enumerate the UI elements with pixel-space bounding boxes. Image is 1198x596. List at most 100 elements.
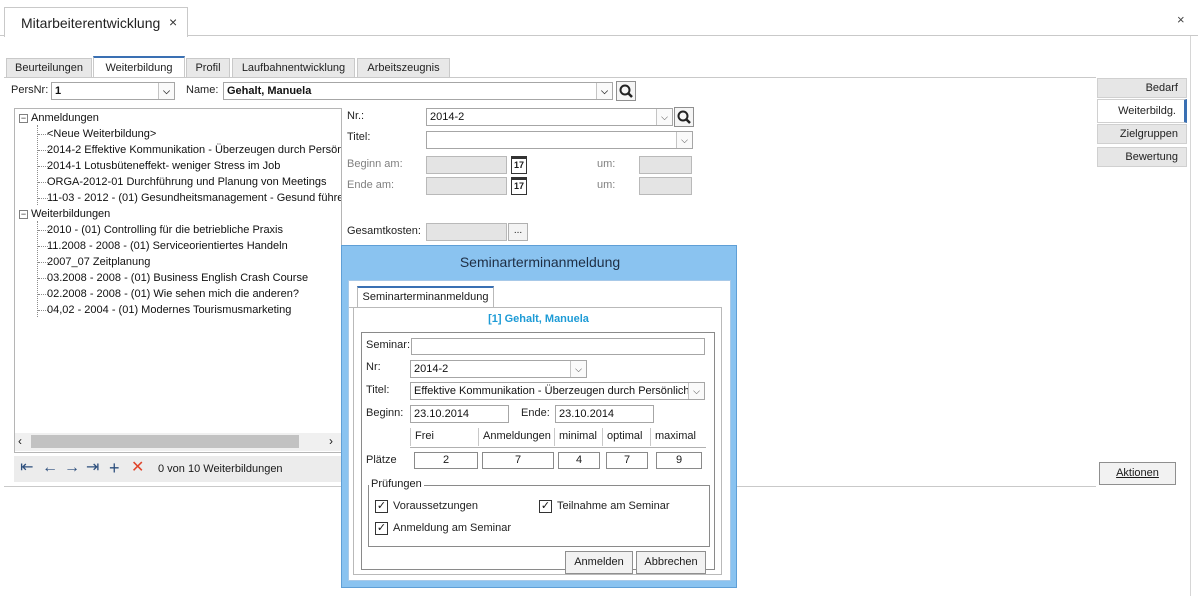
tree-group-anmeldungen[interactable]: Anmeldungen bbox=[31, 112, 99, 124]
plaetze-anmeldungen-value: 7 bbox=[482, 452, 554, 469]
side-tab-bewertung[interactable]: Bewertung bbox=[1097, 147, 1187, 167]
anmelden-button[interactable]: Anmelden bbox=[565, 551, 633, 574]
ende-time-field[interactable] bbox=[639, 177, 692, 195]
dialog-beginn-label: Beginn: bbox=[366, 407, 404, 419]
plaetze-minimal-value[interactable]: 4 bbox=[558, 452, 600, 469]
dialog-titel-label: Titel: bbox=[366, 384, 390, 396]
tree-item[interactable]: <Neue Weiterbildung> bbox=[47, 128, 156, 140]
tree-group-weiterbildungen[interactable]: Weiterbildungen bbox=[31, 208, 110, 220]
tree-horizontal-scrollbar[interactable]: ‹ › bbox=[15, 433, 341, 451]
search-icon bbox=[619, 84, 633, 98]
chevron-down-icon[interactable]: ⌵ bbox=[596, 83, 612, 99]
aktionen-button[interactable]: Aktionen bbox=[1099, 462, 1176, 485]
close-window-icon[interactable]: × bbox=[1177, 12, 1185, 27]
delete-record-icon[interactable]: ✕ bbox=[131, 459, 144, 477]
dialog-nr-select[interactable]: 2014-2 ⌵ bbox=[410, 360, 587, 378]
scrollbar-thumb[interactable] bbox=[31, 435, 299, 448]
beginn-time-field[interactable] bbox=[639, 156, 692, 174]
plaetze-optimal-value[interactable]: 7 bbox=[606, 452, 648, 469]
nr-search-button[interactable] bbox=[674, 107, 694, 127]
nr-label: Nr.: bbox=[347, 110, 365, 122]
chevron-down-icon[interactable]: ⌵ bbox=[676, 132, 692, 148]
record-count-status: 0 von 10 Weiterbildungen bbox=[158, 463, 283, 475]
next-record-icon[interactable]: → bbox=[64, 459, 80, 477]
tab-beurteilungen[interactable]: Beurteilungen bbox=[6, 58, 92, 78]
tree-item[interactable]: 11.2008 - 2008 - (01) Serviceorientierte… bbox=[47, 240, 288, 252]
weiterbildung-tree[interactable]: − Anmeldungen <Neue Weiterbildung> 2014-… bbox=[14, 108, 342, 453]
dialog-beginn-field[interactable]: 23.10.2014 bbox=[410, 405, 509, 423]
teilnahme-label: Teilnahme am Seminar bbox=[557, 500, 670, 512]
grid-header-maximal: maximal bbox=[650, 428, 706, 446]
anmeldung-checkbox[interactable]: ✓ bbox=[375, 522, 388, 535]
scroll-right-icon[interactable]: › bbox=[329, 434, 333, 448]
tab-weiterbildung[interactable]: Weiterbildung bbox=[93, 56, 185, 78]
dialog-titel-select[interactable]: Effektive Kommunikation - Überzeugen dur… bbox=[410, 382, 705, 400]
grid-header-frei: Frei bbox=[410, 428, 478, 446]
collapse-icon[interactable]: − bbox=[19, 114, 28, 123]
titel-select[interactable]: ⌵ bbox=[426, 131, 693, 149]
plaetze-frei-value: 2 bbox=[414, 452, 478, 469]
persnr-label: PersNr: bbox=[11, 84, 49, 96]
name-select[interactable]: Gehalt, Manuela ⌵ bbox=[223, 82, 613, 100]
plaetze-label: Plätze bbox=[366, 454, 397, 466]
side-tab-zielgruppen[interactable]: Zielgruppen bbox=[1097, 124, 1187, 144]
tree-item[interactable]: 04,02 - 2004 - (01) Modernes Tourismusma… bbox=[47, 304, 291, 316]
tree-item[interactable]: 2014-1 Lotusbüteneffekt- weniger Stress … bbox=[47, 160, 280, 172]
persnr-select[interactable]: 1 ⌵ bbox=[51, 82, 175, 100]
right-divider bbox=[1190, 36, 1191, 596]
tree-item[interactable]: 2010 - (01) Controlling für die betriebl… bbox=[47, 224, 283, 236]
add-record-icon[interactable]: + bbox=[109, 459, 120, 477]
side-tab-weiterbildg[interactable]: Weiterbildg. bbox=[1097, 99, 1187, 123]
search-icon bbox=[677, 110, 691, 124]
tree-item[interactable]: 2014-2 Effektive Kommunikation - Überzeu… bbox=[47, 144, 341, 156]
close-tab-icon[interactable]: × bbox=[169, 14, 177, 30]
chevron-down-icon[interactable]: ⌵ bbox=[570, 361, 586, 377]
tree-item[interactable]: 11-03 - 2012 - (01) Gesundheitsmanagemen… bbox=[47, 192, 341, 204]
voraussetzungen-checkbox[interactable]: ✓ bbox=[375, 500, 388, 513]
dialog-tab-seminarterminanmeldung[interactable]: Seminarterminanmeldung bbox=[357, 286, 494, 308]
seminar-input[interactable] bbox=[411, 338, 705, 355]
tab-laufbahnentwicklung[interactable]: Laufbahnentwicklung bbox=[232, 58, 355, 78]
nr-select[interactable]: 2014-2 ⌵ bbox=[426, 108, 673, 126]
chevron-down-icon[interactable]: ⌵ bbox=[158, 83, 174, 99]
dialog-title: Seminarterminanmeldung bbox=[459, 254, 621, 270]
tab-arbeitszeugnis[interactable]: Arbeitszeugnis bbox=[357, 58, 450, 78]
pruefungen-label: Prüfungen bbox=[369, 478, 424, 490]
chevron-down-icon[interactable]: ⌵ bbox=[656, 109, 672, 125]
gesamtkosten-details-button[interactable]: ... bbox=[508, 223, 528, 241]
tree-item[interactable]: ORGA-2012-01 Durchführung und Planung vo… bbox=[47, 176, 326, 188]
last-record-icon[interactable]: ⇥ bbox=[86, 459, 99, 477]
ende-um-label: um: bbox=[597, 179, 616, 191]
gesamtkosten-label: Gesamtkosten: bbox=[347, 225, 421, 237]
side-tab-bedarf[interactable]: Bedarf bbox=[1097, 78, 1187, 98]
dialog-ende-field[interactable]: 23.10.2014 bbox=[555, 405, 654, 423]
name-search-button[interactable] bbox=[616, 81, 636, 101]
record-navigator: ⇤ ← → ⇥ + ✕ 0 von 10 Weiterbildungen bbox=[14, 456, 342, 482]
voraussetzungen-label: Voraussetzungen bbox=[393, 500, 479, 512]
beginn-date-field[interactable] bbox=[426, 156, 507, 174]
teilnahme-checkbox[interactable]: ✓ bbox=[539, 500, 552, 513]
scroll-left-icon[interactable]: ‹ bbox=[18, 434, 22, 448]
calendar-icon[interactable]: 17 bbox=[511, 156, 527, 174]
seminar-details-group: Seminar: Nr: 2014-2 ⌵ Titel: Effektive K… bbox=[361, 332, 715, 574]
plaetze-maximal-value[interactable]: 9 bbox=[656, 452, 702, 469]
ende-date-field[interactable] bbox=[426, 177, 507, 195]
first-record-icon[interactable]: ⇤ bbox=[20, 459, 33, 477]
tree-item[interactable]: 03.2008 - 2008 - (01) Business English C… bbox=[47, 272, 308, 284]
plaetze-grid-header: Frei Anmeldungen minimal optimal maximal bbox=[410, 428, 706, 448]
dialog-body: Seminarterminanmeldung [1] Gehalt, Manue… bbox=[348, 280, 731, 581]
gesamtkosten-field[interactable] bbox=[426, 223, 507, 241]
tab-profil[interactable]: Profil bbox=[186, 58, 230, 78]
previous-record-icon[interactable]: ← bbox=[42, 459, 58, 477]
tree-item[interactable]: 2007_07 Zeitplanung bbox=[47, 256, 150, 268]
pruefungen-group: Prüfungen ✓ Voraussetzungen ✓ Teilnahme … bbox=[368, 478, 710, 547]
seminar-label: Seminar: bbox=[366, 339, 411, 351]
chevron-down-icon[interactable]: ⌵ bbox=[688, 383, 704, 399]
tree-item[interactable]: 02.2008 - 2008 - (01) Wie sehen mich die… bbox=[47, 288, 299, 300]
dialog-ende-label: Ende: bbox=[521, 407, 550, 419]
beginn-am-label: Beginn am: bbox=[347, 158, 403, 170]
calendar-icon[interactable]: 17 bbox=[511, 177, 527, 195]
abbrechen-button[interactable]: Abbrechen bbox=[636, 551, 706, 574]
collapse-icon[interactable]: − bbox=[19, 210, 28, 219]
document-tab[interactable]: Mitarbeiterentwicklung × bbox=[4, 7, 188, 37]
